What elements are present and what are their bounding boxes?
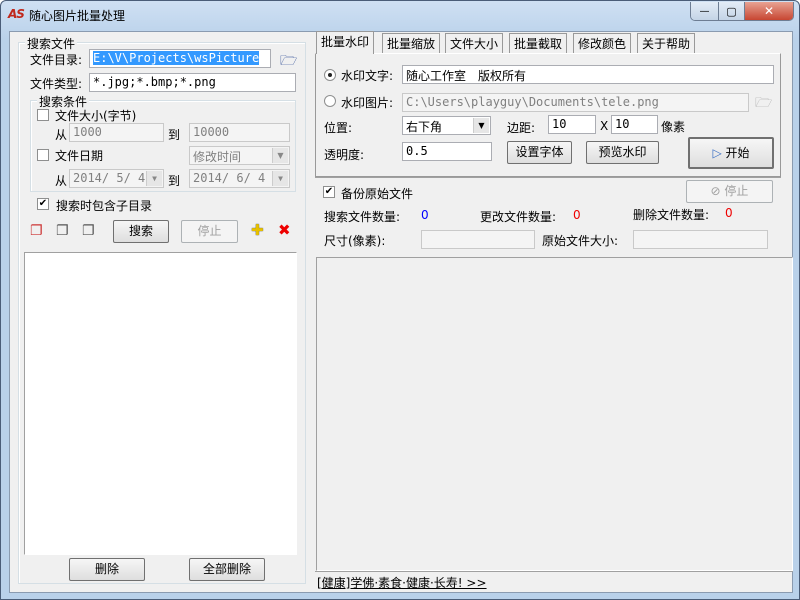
maximize-button[interactable]: ▢ [718, 2, 744, 20]
x-label: X [600, 119, 609, 133]
pixels-label: 像素 [661, 120, 686, 134]
original-size-field [633, 230, 768, 249]
tab-file-size[interactable]: 文件大小 [445, 33, 504, 53]
select-all-icon[interactable]: ❐ [30, 223, 43, 239]
to-label: 到 [168, 174, 181, 188]
size-to-input[interactable]: 10000 [189, 123, 290, 142]
search-button[interactable]: 搜索 [113, 220, 169, 243]
close-button[interactable]: ✕ [744, 2, 793, 20]
size-from-input[interactable]: 1000 [69, 123, 164, 142]
changed-count-label: 更改文件数量: [480, 210, 557, 224]
remove-files-icon[interactable]: ✖ [278, 221, 291, 239]
set-font-button[interactable]: 设置字体 [507, 141, 572, 164]
from-label: 从 [55, 128, 68, 142]
to-label: 到 [168, 128, 181, 142]
file-size-checkbox[interactable] [37, 109, 49, 121]
date-to-picker[interactable]: 2014/ 6/ 4 ▼ [189, 169, 290, 188]
deleted-count-value: 0 [725, 206, 733, 220]
delete-button[interactable]: 删除 [69, 558, 145, 581]
type-label: 文件类型: [30, 77, 83, 91]
footer-link[interactable]: [健康]学佛·素食·健康·长寿! >> [317, 574, 487, 591]
folder-open-icon[interactable]: 🗁 [280, 50, 297, 74]
subdir-label: 搜索时包含子目录 [56, 199, 153, 213]
dimensions-label: 尺寸(像素): [324, 234, 386, 248]
changed-count-value: 0 [573, 208, 581, 222]
tab-batch-watermark[interactable]: 批量水印 [316, 31, 375, 54]
app-logo: AS [8, 7, 25, 21]
tab-batch-crop[interactable]: 批量截取 [509, 33, 568, 53]
invert-selection-icon[interactable]: ❐ [82, 223, 95, 239]
tab-about-help[interactable]: 关于帮助 [637, 33, 696, 53]
backup-checkbox[interactable]: ✔ [323, 186, 335, 198]
deleted-count-label: 删除文件数量: [633, 208, 710, 222]
app-window: AS 随心图片批量处理 — ▢ ✕ 搜索文件 文件目录: E:\V\Projec… [0, 0, 800, 600]
preview-watermark-button[interactable]: 预览水印 [586, 141, 659, 164]
opacity-input[interactable]: 0.5 [402, 142, 492, 161]
play-icon: ▷ [712, 146, 726, 160]
margin-y-input[interactable]: 10 [611, 115, 658, 134]
file-list[interactable] [24, 252, 297, 555]
image-watermark-radio[interactable] [324, 95, 336, 107]
dir-input[interactable]: E:\V\Projects\wsPicture [89, 49, 271, 68]
chevron-down-icon: ▼ [272, 148, 288, 163]
dir-label: 文件目录: [30, 53, 83, 67]
start-button[interactable]: ▷ 开始 [688, 137, 774, 169]
search-count-label: 搜索文件数量: [324, 210, 401, 224]
stop-button[interactable]: 停止 [181, 220, 238, 243]
delete-all-button[interactable]: 全部删除 [189, 558, 265, 581]
opacity-label: 透明度: [324, 148, 365, 162]
divider [315, 571, 793, 572]
file-size-label: 文件大小(字节) [55, 109, 137, 123]
file-date-checkbox[interactable] [37, 149, 49, 161]
window-title: 随心图片批量处理 [29, 9, 126, 23]
chevron-down-icon: ▼ [272, 171, 288, 186]
preview-area [316, 257, 793, 571]
date-from-picker[interactable]: 2014/ 5/ 4 ▼ [69, 169, 164, 188]
type-input[interactable]: *.jpg;*.bmp;*.png [89, 73, 296, 92]
backup-label: 备份原始文件 [341, 187, 414, 201]
deselect-all-icon[interactable]: ❐ [56, 223, 69, 239]
original-size-label: 原始文件大小: [542, 234, 619, 248]
add-files-icon[interactable]: ✚ [251, 221, 264, 239]
stop-icon: ⊘ [710, 184, 725, 198]
folder-open-icon[interactable]: 🗁 [755, 92, 772, 116]
date-type-select[interactable]: 修改时间 ▼ [189, 146, 290, 165]
text-watermark-label: 水印文字: [341, 69, 394, 83]
from-label: 从 [55, 174, 68, 188]
dimensions-field [421, 230, 535, 249]
stop-process-button[interactable]: ⊘ 停止 [686, 180, 773, 203]
image-watermark-label: 水印图片: [341, 96, 394, 110]
margin-label: 边距: [507, 121, 536, 135]
tab-batch-resize[interactable]: 批量缩放 [382, 33, 441, 53]
position-label: 位置: [324, 121, 353, 135]
watermark-text-input[interactable]: 随心工作室 版权所有 [402, 65, 774, 84]
margin-x-input[interactable]: 10 [548, 115, 596, 134]
minimize-button[interactable]: — [691, 2, 718, 20]
watermark-image-input[interactable]: C:\Users\playguy\Documents\tele.png [402, 93, 749, 112]
subdir-checkbox[interactable]: ✔ [37, 198, 49, 210]
position-select[interactable]: 右下角 ▼ [402, 116, 491, 135]
tab-modify-color[interactable]: 修改颜色 [573, 33, 632, 53]
chevron-down-icon: ▼ [473, 118, 489, 133]
file-date-label: 文件日期 [55, 149, 104, 163]
chevron-down-icon: ▼ [146, 171, 162, 186]
text-watermark-radio[interactable] [324, 69, 336, 81]
group-label: 搜索文件 [25, 35, 78, 52]
search-count-value: 0 [421, 208, 429, 222]
